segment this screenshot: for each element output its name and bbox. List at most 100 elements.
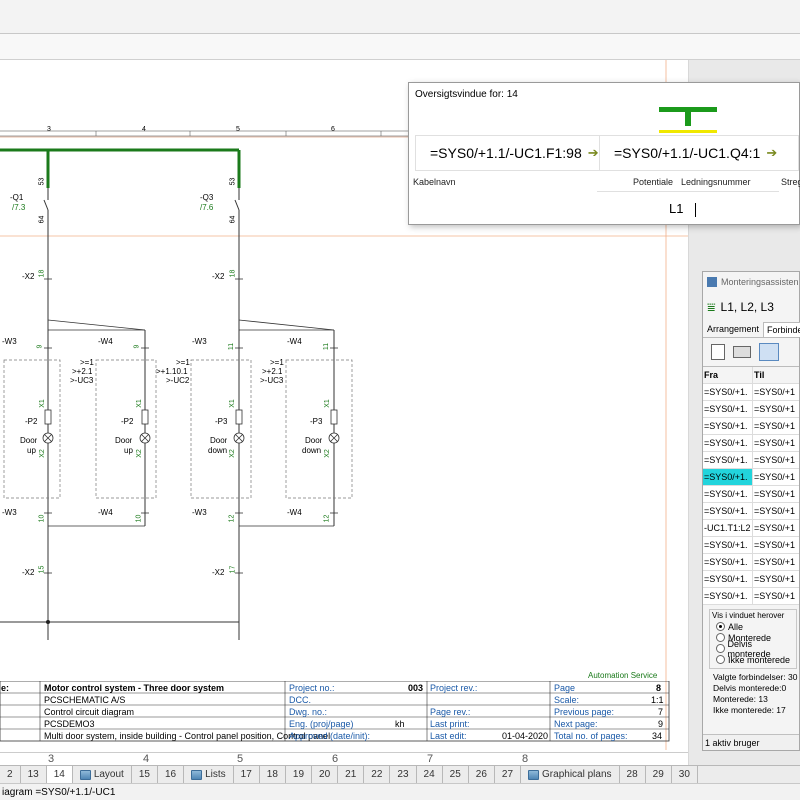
radio-delvis[interactable]: Delvis monterede	[716, 639, 793, 659]
terminal-label[interactable]: -X2	[212, 272, 224, 281]
table-row[interactable]: =SYS0/+1. =SYS0/+1	[703, 571, 799, 588]
col-header-streg[interactable]: Streg	[781, 177, 800, 187]
page-tab[interactable]: 25	[443, 766, 469, 783]
table-row[interactable]: =SYS0/+1. =SYS0/+1	[703, 588, 799, 605]
document-icon[interactable]	[711, 344, 725, 360]
col-header-kabelnavn[interactable]: Kabelnavn	[413, 177, 456, 187]
page-tab-layout[interactable]: Layout	[73, 766, 132, 783]
page-tab[interactable]: 15	[132, 766, 158, 783]
component-label[interactable]: -P3	[215, 417, 227, 426]
page-tab-lists[interactable]: Lists	[184, 766, 234, 783]
page-tab[interactable]: 30	[672, 766, 698, 783]
cable-label[interactable]: -W4	[98, 508, 113, 517]
radio-button[interactable]	[716, 622, 725, 631]
cable-label[interactable]: -W4	[287, 337, 302, 346]
table-row-selected[interactable]: =SYS0/+1. =SYS0/+1	[703, 469, 799, 486]
last-edit-date: 01-04-2020	[502, 731, 549, 741]
radio-button[interactable]	[716, 644, 725, 653]
overview-title[interactable]: Oversigtsvindue for: 14	[409, 83, 799, 105]
terminal-label[interactable]: -X2	[212, 568, 224, 577]
col-header-fra[interactable]: Fra	[703, 367, 753, 383]
cross-reference[interactable]: /7.3	[12, 203, 25, 212]
radio-button[interactable]	[716, 655, 725, 664]
table-row[interactable]: =SYS0/+1. =SYS0/+1	[703, 537, 799, 554]
table-row[interactable]: -UC1.T1:L2 =SYS0/+1	[703, 520, 799, 537]
cable-label[interactable]: -W3	[2, 508, 17, 517]
table-row[interactable]: =SYS0/+1. =SYS0/+1	[703, 503, 799, 520]
table-row[interactable]: =SYS0/+1. =SYS0/+1	[703, 554, 799, 571]
table-row[interactable]: =SYS0/+1. =SYS0/+1	[703, 486, 799, 503]
page-tab[interactable]: 27	[495, 766, 522, 783]
terminal-number: 64	[38, 215, 46, 224]
potential-field[interactable]: L1	[597, 191, 779, 223]
page-tab[interactable]: 20	[312, 766, 339, 783]
table-row[interactable]: =SYS0/+1. =SYS0/+1	[703, 418, 799, 435]
connector-icon[interactable]	[733, 346, 751, 358]
page-tab[interactable]: 18	[260, 766, 286, 783]
terminal-label[interactable]: -X2	[22, 568, 34, 577]
page-tab[interactable]: 29	[646, 766, 672, 783]
arrow-right-icon[interactable]: ➔	[588, 145, 599, 161]
component-label[interactable]: -Q3	[200, 193, 213, 202]
wire-view-icon[interactable]	[759, 343, 779, 361]
cable-label[interactable]: -W4	[98, 337, 113, 346]
cross-reference[interactable]: /7.6	[200, 203, 213, 212]
cross-reference[interactable]: >=1	[270, 358, 284, 367]
cable-label[interactable]: -W3	[192, 337, 207, 346]
page-tab[interactable]: 26	[469, 766, 495, 783]
page-tab[interactable]: 17	[234, 766, 260, 783]
component-label[interactable]: -P3	[310, 417, 322, 426]
overview-window[interactable]: Oversigtsvindue for: 14 =SYS0/+1.1/-UC1.…	[408, 82, 800, 225]
col-header-til[interactable]: Til	[753, 367, 799, 383]
col-header-ledningsnummer[interactable]: Ledningsnummer	[681, 177, 751, 187]
cross-reference[interactable]: >+2.1	[72, 367, 92, 376]
page-tab[interactable]: 22	[364, 766, 391, 783]
radio-alle[interactable]: Alle	[716, 621, 793, 632]
cable-label[interactable]: -W3	[2, 337, 17, 346]
cell-fra: =SYS0/+1.	[703, 435, 753, 451]
cross-reference[interactable]: >=1	[80, 358, 94, 367]
table-row[interactable]: =SYS0/+1. =SYS0/+1	[703, 401, 799, 418]
page-tab[interactable]: 13	[21, 766, 47, 783]
col-header-potentiale[interactable]: Potentiale	[633, 177, 673, 187]
page-tab[interactable]: 19	[286, 766, 313, 783]
wire-number: 10	[135, 514, 143, 523]
cross-reference[interactable]: >-UC2	[166, 376, 189, 385]
cross-reference[interactable]: >+1.10.1	[156, 367, 188, 376]
assistant-titlebar[interactable]: Monteringsassisten	[703, 272, 799, 292]
tab-arrangement[interactable]: Arrangement	[703, 322, 763, 337]
radio-ikke[interactable]: Ikke monterede	[716, 654, 793, 665]
table-row[interactable]: =SYS0/+1. =SYS0/+1	[703, 435, 799, 452]
status-text: iagram =SYS0/+1.1/-UC1	[2, 786, 116, 798]
table-row[interactable]: =SYS0/+1. =SYS0/+1	[703, 384, 799, 401]
terminal-to[interactable]: =SYS0/+1.1/-UC1.Q4:1 ➔	[599, 135, 799, 171]
connections-table[interactable]: Fra Til =SYS0/+1. =SYS0/+1 =SYS0/+1. =SYS0…	[703, 366, 799, 605]
mounting-assistant-panel[interactable]: Monteringsassisten ⩸ L1, L2, L3 Arrangem…	[702, 271, 800, 751]
label: Page rev.:	[430, 707, 471, 717]
component-label[interactable]: -P2	[25, 417, 37, 426]
tab-forbindelser[interactable]: Forbinde	[763, 322, 800, 337]
arrow-right-icon[interactable]: ➔	[766, 145, 777, 161]
page-tab[interactable]: 2	[0, 766, 21, 783]
component-label[interactable]: -P2	[121, 417, 133, 426]
component-label[interactable]: -Q1	[10, 193, 23, 202]
page-tab[interactable]: 23	[390, 766, 417, 783]
page-tab[interactable]: 24	[417, 766, 443, 783]
cross-reference[interactable]: >+2.1	[262, 367, 282, 376]
page-tab-graphical-plans[interactable]: Graphical plans	[521, 766, 620, 783]
page-tab[interactable]: 16	[158, 766, 185, 783]
cable-label[interactable]: -W4	[287, 508, 302, 517]
cable-label[interactable]: -W3	[192, 508, 207, 517]
page-tab[interactable]: 21	[338, 766, 365, 783]
terminal-label[interactable]: -X2	[22, 272, 34, 281]
wire-number: 9	[36, 344, 44, 349]
device-text: Door	[20, 436, 38, 445]
terminal-from[interactable]: =SYS0/+1.1/-UC1.F1:98 ➔	[415, 135, 607, 171]
table-row[interactable]: =SYS0/+1. =SYS0/+1	[703, 452, 799, 469]
radio-button[interactable]	[716, 633, 725, 642]
page-tab[interactable]: 28	[620, 766, 646, 783]
cross-reference[interactable]: >-UC3	[260, 376, 283, 385]
page-tab-active[interactable]: 14	[46, 766, 73, 783]
cross-reference[interactable]: >-UC3	[70, 376, 93, 385]
cross-reference[interactable]: >=1	[176, 358, 190, 367]
